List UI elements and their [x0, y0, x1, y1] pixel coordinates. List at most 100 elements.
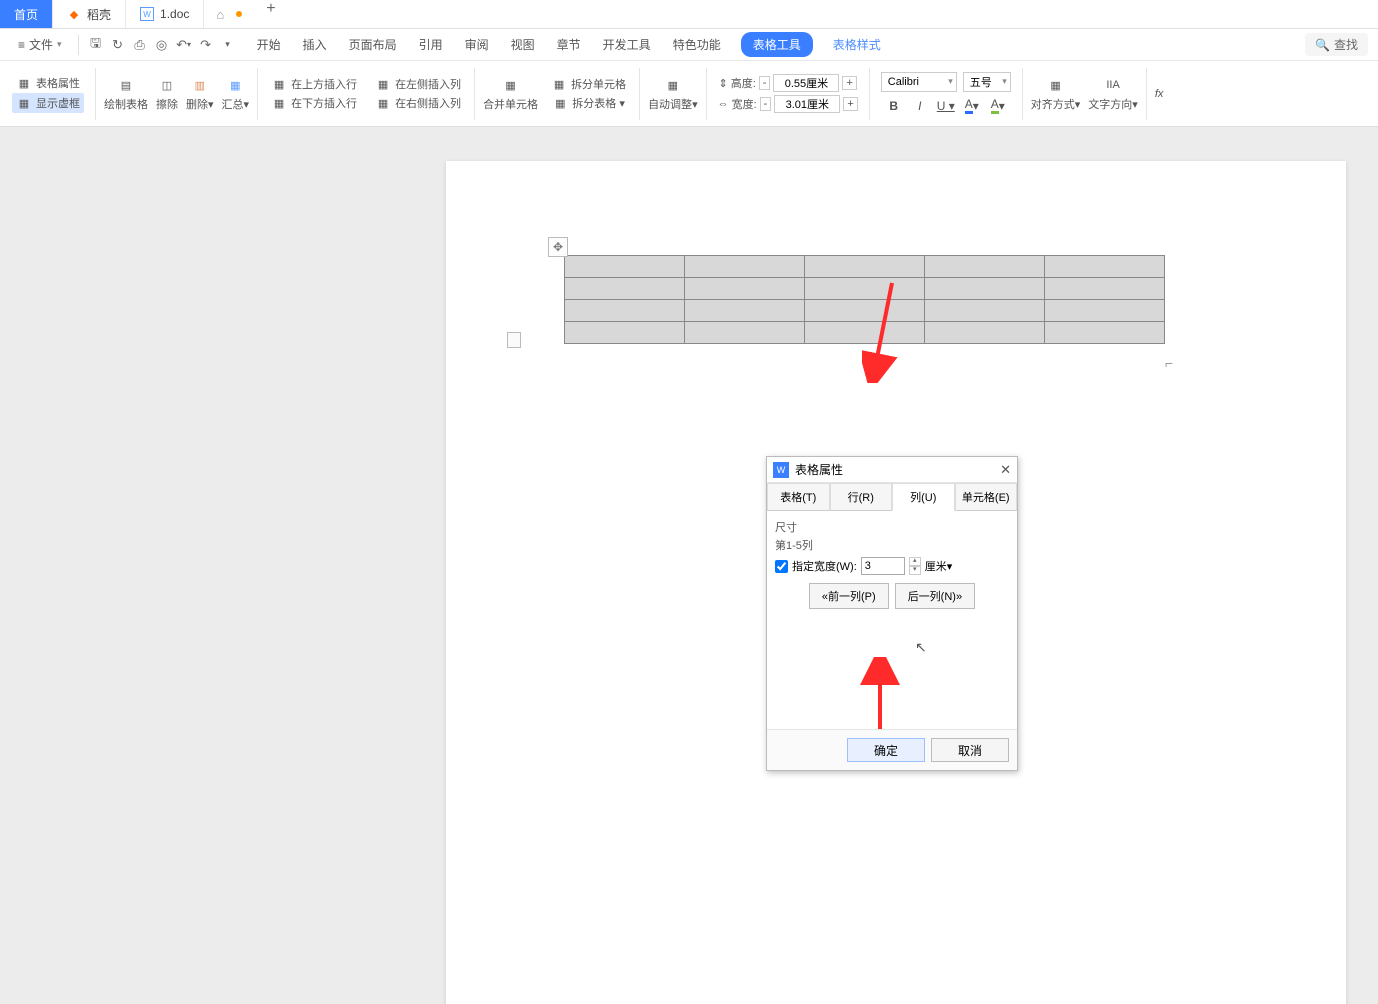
- tab-doc[interactable]: W 1.doc: [126, 0, 204, 28]
- rtab-view[interactable]: 视图: [509, 32, 537, 57]
- flame-icon: ◆: [67, 7, 81, 21]
- draw-table-button[interactable]: ▤绘制表格: [101, 73, 151, 114]
- font-color-button[interactable]: A▾: [962, 96, 982, 116]
- cursor-icon: ↖: [915, 639, 927, 656]
- rtab-special[interactable]: 特色功能: [671, 32, 723, 57]
- ribbon: ▦表格属性 ▦显示虚框 ▤绘制表格 ◫擦除 ▥删除▾ ▦汇总▾ ▦在上方插入行 …: [0, 61, 1378, 127]
- next-col-button[interactable]: 后一列(N)»: [895, 583, 975, 609]
- file-menu[interactable]: ≡ 文件 ▾: [10, 32, 70, 57]
- grid-icon: ▦: [16, 95, 32, 111]
- width-icon: ⇔: [718, 98, 729, 110]
- rtab-layout[interactable]: 页面布局: [347, 32, 399, 57]
- col-left-icon: ▦: [375, 76, 391, 92]
- table-move-handle[interactable]: ✥: [548, 237, 568, 257]
- rtab-start[interactable]: 开始: [255, 32, 283, 57]
- text-dir-icon: IIA: [1103, 75, 1123, 95]
- save-icon[interactable]: 🖫: [87, 36, 105, 54]
- merge-button[interactable]: ▦合并单元格: [480, 73, 541, 114]
- align-button[interactable]: ▦对齐方式▾: [1028, 73, 1084, 114]
- doc-icon: W: [140, 7, 154, 21]
- dlg-tab-col[interactable]: 列(U): [892, 483, 955, 511]
- height-control[interactable]: ⇕ 高度: - +: [718, 74, 856, 92]
- tab-status-icons: ⌂: [204, 0, 254, 28]
- width-unit[interactable]: 厘米▾: [925, 558, 953, 574]
- ok-button[interactable]: 确定: [847, 738, 925, 762]
- table-props-button[interactable]: ▦表格属性: [14, 74, 82, 92]
- rtab-dev[interactable]: 开发工具: [601, 32, 653, 57]
- size-label: 尺寸: [775, 519, 1009, 535]
- insert-left-button[interactable]: ▦在左侧插入列: [373, 75, 463, 93]
- dropdown-icon[interactable]: ▾: [219, 36, 237, 54]
- width-control[interactable]: ⇔ 宽度: - +: [718, 95, 858, 113]
- italic-button[interactable]: I: [910, 96, 930, 116]
- col-right-icon: ▦: [375, 95, 391, 111]
- height-input[interactable]: [773, 74, 839, 92]
- show-grid-button[interactable]: ▦显示虚框: [12, 93, 84, 113]
- merge-icon: ▦: [501, 75, 521, 95]
- tab-daoke[interactable]: ◆ 稻壳: [53, 0, 126, 28]
- rtab-table-tools[interactable]: 表格工具: [741, 32, 813, 57]
- erase-button[interactable]: ◫擦除: [153, 73, 181, 114]
- document-table[interactable]: [564, 255, 1165, 344]
- print-icon[interactable]: ⎙: [131, 36, 149, 54]
- insert-above-button[interactable]: ▦在上方插入行: [269, 75, 359, 93]
- split-cell-icon: ▦: [551, 76, 567, 92]
- rtab-insert[interactable]: 插入: [301, 32, 329, 57]
- tab-home[interactable]: 首页: [0, 0, 53, 28]
- width-input[interactable]: [774, 95, 840, 113]
- insert-right-button[interactable]: ▦在右侧插入列: [373, 94, 463, 112]
- prev-col-button[interactable]: «前一列(P): [809, 583, 889, 609]
- insert-below-button[interactable]: ▦在下方插入行: [269, 94, 359, 112]
- ribbon-tab-list: 开始 插入 页面布局 引用 审阅 视图 章节 开发工具 特色功能 表格工具 表格…: [255, 32, 883, 57]
- dlg-tab-table[interactable]: 表格(T): [767, 483, 830, 511]
- rtab-review[interactable]: 审阅: [463, 32, 491, 57]
- summary-button[interactable]: ▦汇总▾: [219, 73, 253, 114]
- font-select[interactable]: Calibri: [881, 72, 957, 92]
- redo-icon[interactable]: ↷: [197, 36, 215, 54]
- dlg-tab-row[interactable]: 行(R): [830, 483, 893, 511]
- autofit-icon: ▦: [663, 75, 683, 95]
- undo-icon[interactable]: ↶▾: [175, 36, 193, 54]
- new-tab-button[interactable]: +: [254, 0, 287, 28]
- preview-icon[interactable]: ◎: [153, 36, 171, 54]
- table-properties-dialog: W 表格属性 ✕ 表格(T) 行(R) 列(U) 单元格(E) 尺寸 第1-5列…: [766, 456, 1018, 771]
- dialog-titlebar[interactable]: W 表格属性 ✕: [767, 457, 1017, 483]
- table-props-icon: ▦: [16, 75, 32, 91]
- size-select[interactable]: 五号: [963, 72, 1011, 92]
- dialog-body: 尺寸 第1-5列 指定宽度(W): ▴▾ 厘米▾ «前一列(P) 后一列(N)»: [767, 511, 1017, 729]
- saveas-icon[interactable]: ↻: [109, 36, 127, 54]
- search-icon: 🔍: [1315, 38, 1330, 52]
- summary-icon: ▦: [225, 75, 245, 95]
- close-button[interactable]: ✕: [1000, 462, 1011, 478]
- rtab-ref[interactable]: 引用: [417, 32, 445, 57]
- delete-button[interactable]: ▥删除▾: [183, 73, 217, 114]
- text-dir-button[interactable]: IIA文字方向▾: [1085, 73, 1141, 114]
- rtab-chapter[interactable]: 章节: [555, 32, 583, 57]
- rtab-table-style[interactable]: 表格样式: [831, 32, 883, 57]
- page-break-icon: [507, 332, 521, 348]
- erase-icon: ◫: [157, 75, 177, 95]
- autofit-button[interactable]: ▦自动调整▾: [645, 73, 701, 114]
- dialog-tabs: 表格(T) 行(R) 列(U) 单元格(E): [767, 483, 1017, 511]
- dlg-tab-cell[interactable]: 单元格(E): [955, 483, 1018, 511]
- highlight-button[interactable]: A▾: [988, 96, 1008, 116]
- row-below-icon: ▦: [271, 95, 287, 111]
- cancel-button[interactable]: 取消: [931, 738, 1009, 762]
- width-value-input[interactable]: [861, 557, 905, 575]
- document-area: ✥ ⌐ W 表格属性 ✕ 表格(T) 行(R) 列(U) 单元格(E) 尺寸 第…: [0, 127, 1378, 1004]
- dialog-title: 表格属性: [795, 461, 843, 478]
- specify-width-checkbox[interactable]: [775, 560, 788, 573]
- dialog-footer: 确定 取消: [767, 729, 1017, 770]
- height-icon: ⇕: [718, 77, 727, 90]
- split-cell-button[interactable]: ▦拆分单元格: [549, 75, 628, 93]
- underline-button[interactable]: U ▾: [936, 96, 956, 116]
- table-resize-handle[interactable]: ⌐: [1165, 355, 1173, 371]
- screen-icon[interactable]: ⌂: [216, 7, 224, 22]
- fx-button[interactable]: fx: [1152, 86, 1167, 102]
- bold-button[interactable]: B: [884, 96, 904, 116]
- width-spinner[interactable]: ▴▾: [909, 557, 921, 575]
- split-table-button[interactable]: ▦拆分表格 ▾: [550, 94, 627, 112]
- split-table-icon: ▦: [552, 95, 568, 111]
- quick-toolbar: ≡ 文件 ▾ 🖫 ↻ ⎙ ◎ ↶▾ ↷ ▾ 开始 插入 页面布局 引用 审阅 视…: [0, 29, 1378, 61]
- search-box[interactable]: 🔍 查找: [1305, 33, 1368, 56]
